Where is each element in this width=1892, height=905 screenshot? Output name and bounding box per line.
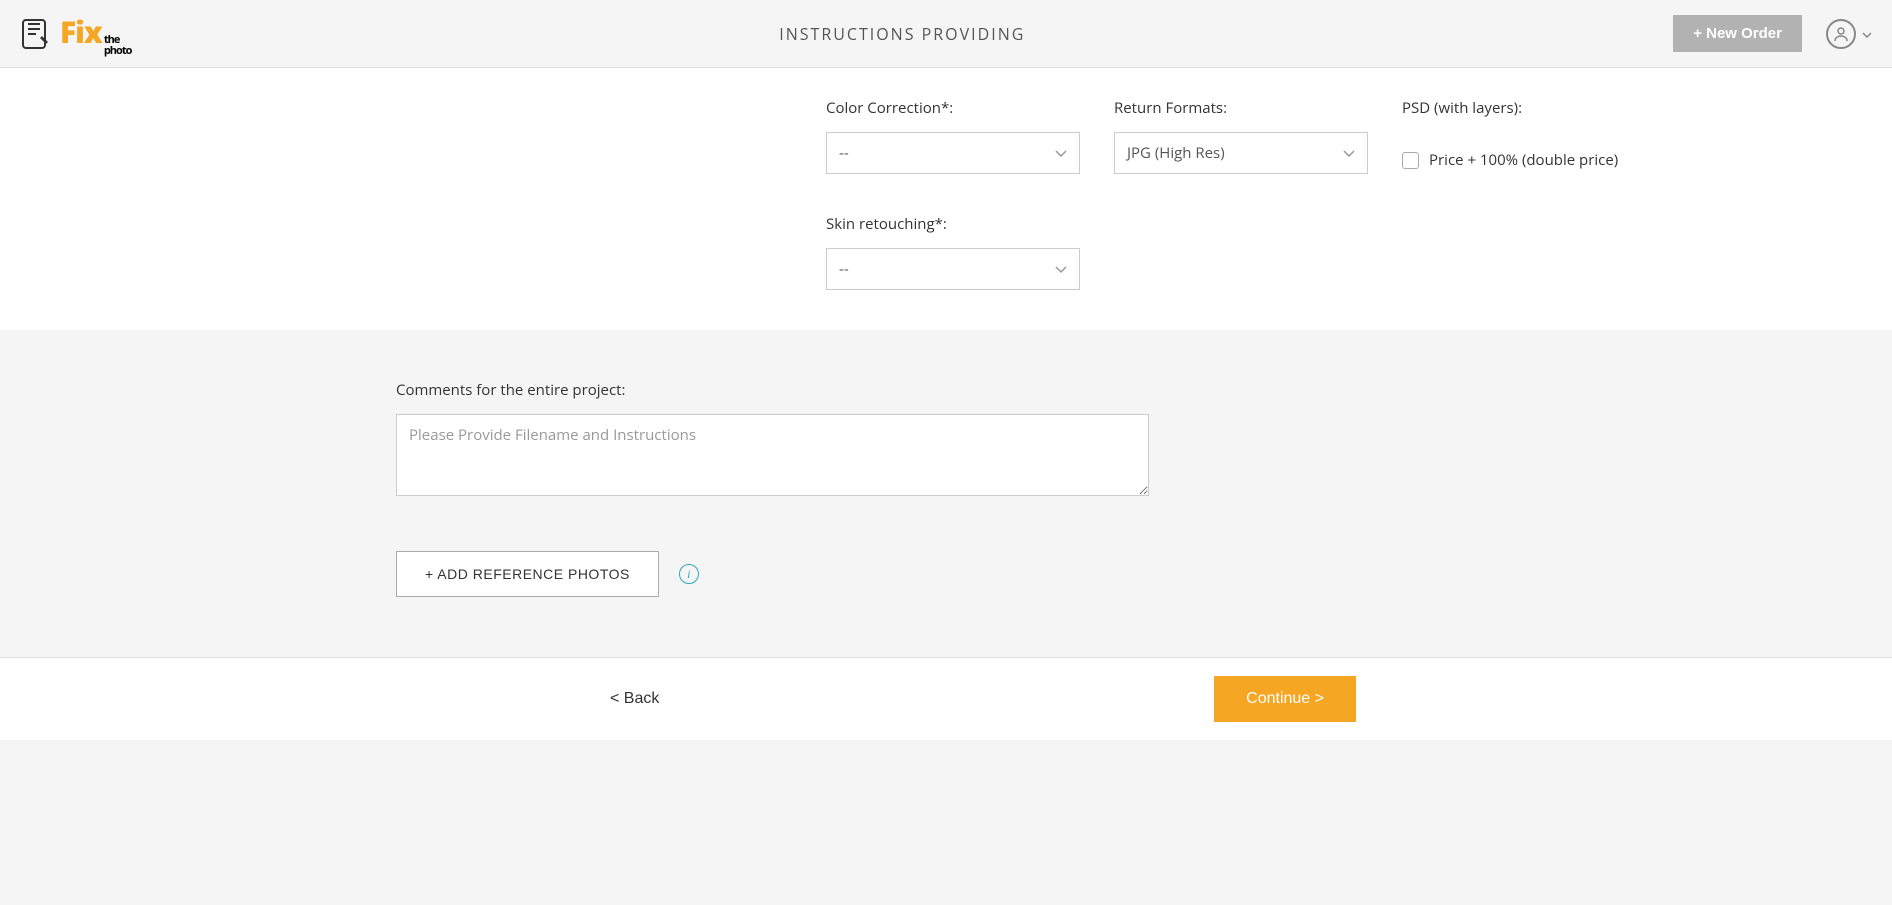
logo-sub2: photo: [104, 45, 132, 56]
skin-retouching-select[interactable]: --: [826, 248, 1080, 290]
chevron-down-icon: [1055, 259, 1067, 279]
header-right: + New Order: [1673, 15, 1872, 52]
logo-text: Fix the photo: [60, 11, 131, 56]
info-icon[interactable]: i: [679, 564, 699, 584]
skin-retouching-value: --: [839, 259, 849, 279]
logo-main: Fix: [60, 11, 102, 52]
psd-checkbox[interactable]: [1402, 152, 1419, 169]
add-reference-button[interactable]: + ADD REFERENCE PHOTOS: [396, 551, 659, 597]
logo[interactable]: Fix the photo: [20, 11, 131, 56]
options-section: Color Correction*: -- Skin retouching*: …: [0, 68, 1892, 330]
back-button[interactable]: < Back: [610, 690, 659, 708]
color-correction-value: --: [839, 143, 849, 163]
psd-checkbox-label: Price + 100% (double price): [1429, 150, 1618, 170]
page-title: INSTRUCTIONS PROVIDING: [779, 23, 1025, 45]
return-formats-label: Return Formats:: [1114, 98, 1368, 118]
chevron-down-icon: [1343, 143, 1355, 163]
return-formats-value: JPG (High Res): [1127, 143, 1225, 163]
chevron-down-icon: [1055, 143, 1067, 163]
continue-button[interactable]: Continue >: [1214, 676, 1356, 722]
skin-retouching-label: Skin retouching*:: [826, 214, 1080, 234]
color-correction-select[interactable]: --: [826, 132, 1080, 174]
color-correction-label: Color Correction*:: [826, 98, 1080, 118]
psd-label: PSD (with layers):: [1402, 98, 1656, 118]
app-header: Fix the photo INSTRUCTIONS PROVIDING + N…: [0, 0, 1892, 68]
logo-icon: [20, 14, 54, 54]
user-menu[interactable]: [1826, 19, 1872, 49]
footer-bar: < Back Continue >: [0, 657, 1892, 740]
new-order-button[interactable]: + New Order: [1673, 15, 1802, 52]
comments-textarea[interactable]: [396, 414, 1149, 496]
avatar-icon: [1826, 19, 1856, 49]
comments-label: Comments for the entire project:: [396, 380, 1496, 400]
chevron-down-icon: [1862, 25, 1872, 42]
return-formats-select[interactable]: JPG (High Res): [1114, 132, 1368, 174]
comments-section: Comments for the entire project: + ADD R…: [0, 330, 1892, 657]
